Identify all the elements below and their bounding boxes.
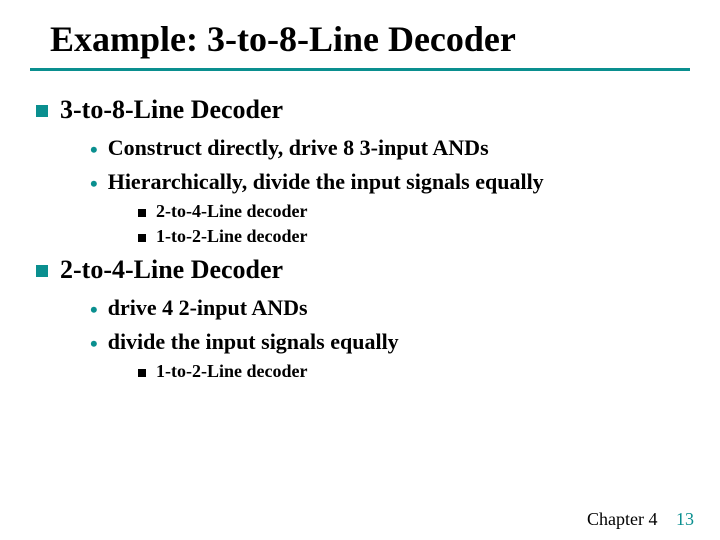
section-1-heading-text: 3-to-8-Line Decoder: [60, 95, 283, 125]
section-2-bullet-1-text: drive 4 2-input ANDs: [108, 295, 308, 321]
section-1-sub-2: 1-to-2-Line decoder: [0, 224, 720, 249]
dot-bullet-icon: •: [90, 139, 98, 161]
section-2-sub-1: 1-to-2-Line decoder: [0, 359, 720, 384]
slide-footer: Chapter 4 13: [587, 509, 694, 530]
section-1-bullet-1-text: Construct directly, drive 8 3-input ANDs: [108, 135, 489, 161]
section-2-heading: 2-to-4-Line Decoder: [0, 249, 720, 291]
section-1-bullet-2: • Hierarchically, divide the input signa…: [0, 165, 720, 199]
section-2-bullet-2-text: divide the input signals equally: [108, 329, 399, 355]
chapter-label: Chapter 4: [587, 509, 657, 529]
square-bullet-icon: [36, 105, 48, 117]
section-1-sub-1-text: 2-to-4-Line decoder: [156, 201, 307, 222]
dot-bullet-icon: •: [90, 299, 98, 321]
section-2-heading-text: 2-to-4-Line Decoder: [60, 255, 283, 285]
section-1-bullet-1: • Construct directly, drive 8 3-input AN…: [0, 131, 720, 165]
title-underline: [30, 68, 690, 71]
section-2-bullet-2: • divide the input signals equally: [0, 325, 720, 359]
section-1-bullet-2-text: Hierarchically, divide the input signals…: [108, 169, 544, 195]
dot-bullet-icon: •: [90, 173, 98, 195]
square-bullet-icon: [138, 369, 146, 377]
page-number: 13: [676, 509, 694, 529]
square-bullet-icon: [138, 234, 146, 242]
section-1-sub-1: 2-to-4-Line decoder: [0, 199, 720, 224]
section-2-sub-1-text: 1-to-2-Line decoder: [156, 361, 307, 382]
square-bullet-icon: [36, 265, 48, 277]
section-1-heading: 3-to-8-Line Decoder: [0, 89, 720, 131]
slide-title: Example: 3-to-8-Line Decoder: [0, 0, 720, 68]
section-1-sub-2-text: 1-to-2-Line decoder: [156, 226, 307, 247]
square-bullet-icon: [138, 209, 146, 217]
section-2-bullet-1: • drive 4 2-input ANDs: [0, 291, 720, 325]
dot-bullet-icon: •: [90, 333, 98, 355]
